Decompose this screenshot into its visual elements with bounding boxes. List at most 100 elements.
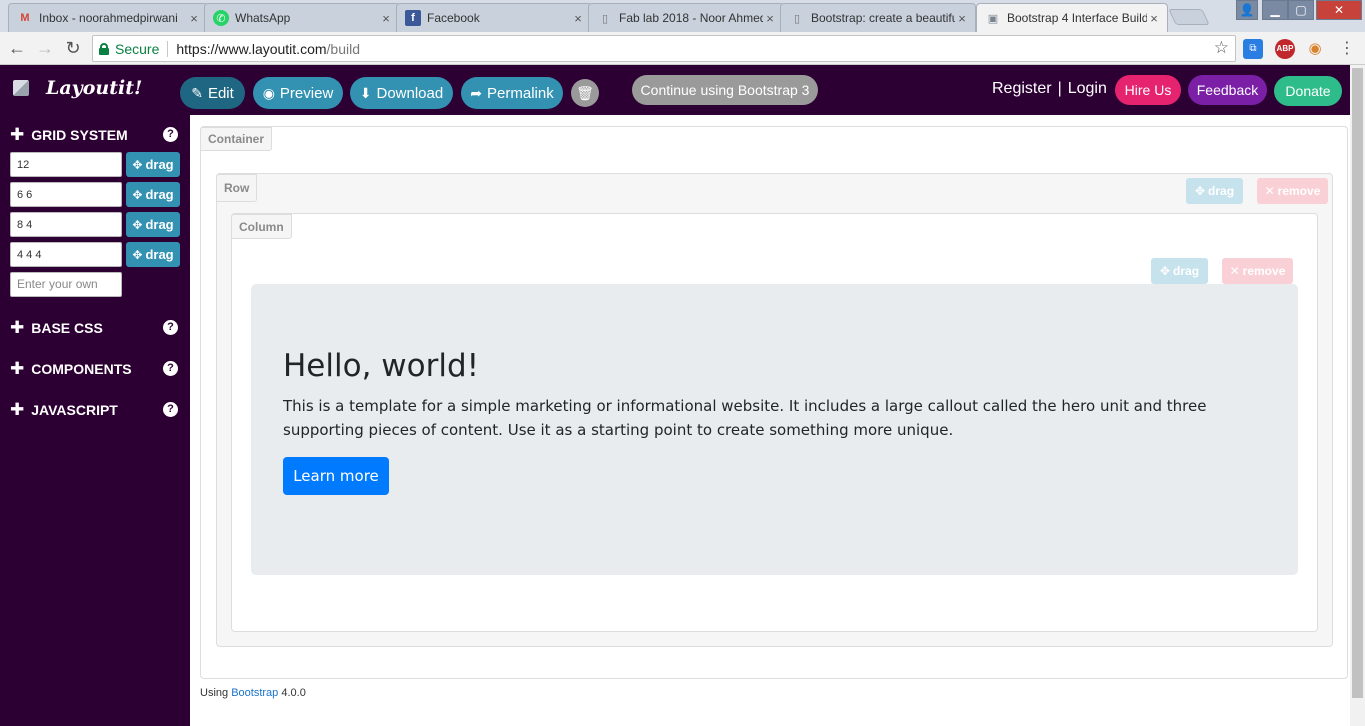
- browser-tab-bootstrap[interactable]: ▯ Bootstrap: create a beautiful ×: [780, 3, 976, 32]
- move-icon: ✥: [132, 157, 143, 172]
- maximize-icon[interactable]: ▢: [1288, 0, 1314, 20]
- row-remove-button[interactable]: ✕ remove: [1257, 178, 1328, 204]
- extension-adblock-icon[interactable]: ABP: [1275, 39, 1295, 59]
- register-link[interactable]: Register: [992, 80, 1052, 98]
- new-tab-button[interactable]: [1168, 9, 1210, 25]
- browser-tab-layoutit[interactable]: ▣ Bootstrap 4 Interface Builder ×: [976, 3, 1168, 32]
- drag-button-8-4[interactable]: ✥ drag: [126, 212, 180, 237]
- footer: Using Bootstrap 4.0.0: [200, 687, 306, 699]
- column-remove-button[interactable]: ✕ remove: [1222, 258, 1293, 284]
- sidebar-section-javascript[interactable]: ✚ JAVASCRIPT ?: [10, 401, 178, 419]
- drag-label: drag: [145, 217, 174, 232]
- minimize-icon[interactable]: ▁: [1262, 0, 1288, 20]
- drag-label: drag: [1173, 264, 1200, 278]
- eye-icon: ◉: [262, 84, 275, 101]
- move-icon: ✥: [132, 247, 143, 262]
- menu-dots-icon[interactable]: ⋮: [1337, 39, 1357, 59]
- hire-us-button[interactable]: Hire Us: [1115, 75, 1181, 105]
- login-link[interactable]: Login: [1068, 80, 1107, 98]
- donate-button[interactable]: Donate: [1274, 76, 1342, 106]
- share-arrow-icon: ➦: [470, 84, 483, 101]
- section-label: JAVASCRIPT: [31, 402, 118, 418]
- app-logo[interactable]: Layoutit!: [10, 77, 142, 99]
- divider: [167, 40, 169, 57]
- sidebar-section-base-css[interactable]: ✚ BASE CSS ?: [10, 319, 178, 337]
- page-scrollbar[interactable]: [1350, 65, 1365, 726]
- continue-bootstrap3-button[interactable]: Continue using Bootstrap 3: [632, 75, 818, 105]
- move-icon: ✥: [1194, 184, 1206, 198]
- help-icon[interactable]: ?: [163, 402, 178, 417]
- edit-label: Edit: [207, 84, 234, 102]
- grid-input-6-6[interactable]: [10, 182, 122, 207]
- back-icon[interactable]: ←: [6, 38, 28, 60]
- move-icon: ✥: [1159, 264, 1171, 278]
- browser-tab-whatsapp[interactable]: ✆ WhatsApp ×: [204, 3, 400, 32]
- tab-label: WhatsApp: [235, 11, 291, 25]
- browser-tab-gmail[interactable]: M Inbox - noorahmedpirwani ×: [8, 3, 208, 32]
- help-icon[interactable]: ?: [163, 361, 178, 376]
- forward-icon[interactable]: →: [34, 38, 56, 60]
- extension-translate-icon[interactable]: ⧉: [1243, 39, 1263, 59]
- scrollbar-thumb[interactable]: [1352, 68, 1363, 698]
- edit-button[interactable]: ✎ Edit: [180, 77, 245, 109]
- drag-label: drag: [145, 187, 174, 202]
- container-label: Container: [200, 127, 273, 151]
- permalink-label: Permalink: [487, 84, 554, 102]
- drag-button-6-6[interactable]: ✥ drag: [126, 182, 180, 207]
- trash-button[interactable]: 🗑: [571, 79, 599, 107]
- bootstrap-link[interactable]: Bootstrap: [231, 687, 278, 699]
- grid-input-12[interactable]: [10, 152, 122, 177]
- bookmark-star-icon[interactable]: ☆: [1214, 38, 1229, 58]
- facebook-icon: f: [405, 10, 421, 26]
- download-icon: ⬇: [359, 84, 372, 101]
- drag-button-4-4-4[interactable]: ✥ drag: [126, 242, 180, 267]
- grid-input-4-4-4[interactable]: [10, 242, 122, 267]
- download-label: Download: [376, 84, 444, 102]
- close-icon[interactable]: ×: [955, 11, 969, 26]
- row-drag-button[interactable]: ✥ drag: [1186, 178, 1243, 204]
- address-bar[interactable]: Secure https://www.layoutit.com/build ☆: [92, 35, 1236, 62]
- auth-divider: |: [1057, 80, 1062, 97]
- browser-toolbar: ← → ↻ Secure https://www.layoutit.com/bu…: [0, 32, 1365, 65]
- close-icon[interactable]: ×: [187, 11, 201, 26]
- plus-icon: ✚: [10, 359, 25, 378]
- grid-custom-input[interactable]: [10, 272, 122, 297]
- sidebar-section-components[interactable]: ✚ COMPONENTS ?: [10, 360, 178, 378]
- close-icon[interactable]: ×: [379, 11, 393, 26]
- page-icon: ▯: [601, 12, 609, 25]
- drag-button-12[interactable]: ✥ drag: [126, 152, 180, 177]
- close-icon[interactable]: ×: [763, 11, 777, 26]
- browser-tab-facebook[interactable]: f Facebook ×: [396, 3, 592, 32]
- close-icon: ✕: [1229, 264, 1240, 278]
- user-icon[interactable]: 👤: [1236, 0, 1258, 20]
- grid-input-8-4[interactable]: [10, 212, 122, 237]
- column-label: Column: [231, 214, 292, 239]
- window-close-icon[interactable]: ✕: [1316, 0, 1362, 20]
- plus-icon: ✚: [10, 400, 25, 419]
- extension-puzzle-icon[interactable]: ◉: [1305, 39, 1325, 59]
- feedback-button[interactable]: Feedback: [1188, 75, 1267, 105]
- browser-tab-fablab[interactable]: ▯ Fab lab 2018 - Noor Ahmed ×: [588, 3, 784, 32]
- remove-label: remove: [1277, 184, 1321, 198]
- tab-label: Bootstrap 4 Interface Builder: [1007, 11, 1147, 25]
- sidebar: ✚ GRID SYSTEM ? ✥drag ✥drag ✥drag ✥drag …: [0, 115, 190, 726]
- section-label: GRID SYSTEM: [31, 127, 128, 143]
- preview-button[interactable]: ◉ Preview: [253, 77, 343, 109]
- page-icon: ▯: [793, 12, 801, 25]
- permalink-button[interactable]: ➦ Permalink: [461, 77, 563, 109]
- close-icon[interactable]: ×: [571, 11, 585, 26]
- help-icon[interactable]: ?: [163, 127, 178, 142]
- close-icon: ✕: [1264, 184, 1275, 198]
- move-icon: ✥: [132, 187, 143, 202]
- sidebar-section-grid-system[interactable]: ✚ GRID SYSTEM ?: [10, 126, 178, 144]
- gmail-icon: M: [20, 12, 30, 24]
- column-drag-button[interactable]: ✥ drag: [1151, 258, 1208, 284]
- learn-more-button[interactable]: Learn more: [283, 457, 389, 495]
- drag-label: drag: [145, 247, 174, 262]
- help-icon[interactable]: ?: [163, 320, 178, 335]
- download-button[interactable]: ⬇ Download: [350, 77, 453, 109]
- jumbotron[interactable]: Hello, world! This is a template for a s…: [251, 284, 1298, 575]
- reload-icon[interactable]: ↻: [62, 38, 84, 60]
- close-icon[interactable]: ×: [1147, 11, 1161, 26]
- preview-label: Preview: [279, 84, 334, 102]
